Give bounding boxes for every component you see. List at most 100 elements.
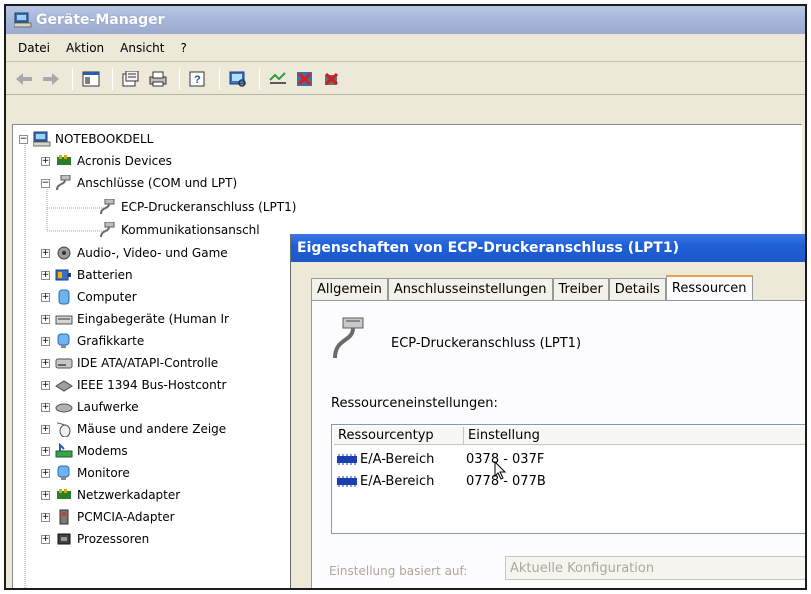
tree-item-pcmcia[interactable]: + PCMCIA-Adapter (41, 507, 175, 527)
expand-toggle[interactable]: + (41, 270, 50, 280)
tree-root-label: NOTEBOOKDELL (55, 132, 154, 146)
expand-toggle[interactable]: + (41, 358, 50, 368)
column-header-resource-type[interactable]: Ressourcentyp (334, 427, 464, 445)
tree-item-input-devices[interactable]: + Eingabegeräte (Human Ir (41, 309, 229, 329)
dialog-title-bar[interactable]: Eigenschaften von ECP-Druckeranschluss (… (291, 234, 805, 262)
tree-item-graphics[interactable]: + Grafikkarte (41, 331, 144, 351)
tab-general[interactable]: Allgemein (311, 278, 388, 300)
tree-item-ports[interactable]: − Anschlüsse (COM und LPT) (41, 173, 237, 193)
tree-item-label: PCMCIA-Adapter (77, 510, 175, 524)
properties-button[interactable] (119, 67, 143, 91)
column-header-setting[interactable]: Einstellung (464, 427, 805, 445)
tree-item-label: Mäuse und andere Zeige (77, 422, 227, 436)
tree-item-network[interactable]: + Netzwerkadapter (41, 485, 180, 505)
resource-row[interactable]: E/A-Bereich 0378 - 037F (336, 449, 544, 469)
svg-text:?: ? (194, 74, 201, 86)
tree-item-computer[interactable]: + Computer (41, 287, 137, 307)
tree-item-label: Prozessoren (77, 532, 150, 546)
tree-item-ecp-port[interactable]: ECP-Druckeranschluss (LPT1) (99, 197, 296, 217)
tree-item-ide[interactable]: + IDE ATA/ATAPI-Controlle (41, 353, 218, 373)
expand-toggle[interactable]: + (41, 336, 50, 346)
tree-item-batteries[interactable]: + Batterien (41, 265, 133, 285)
tab-resources[interactable]: Ressourcen (665, 275, 753, 300)
uninstall-device-icon (324, 72, 339, 85)
tree-root[interactable]: − NOTEBOOKDELL (19, 129, 153, 149)
tree-item-drives[interactable]: + Laufwerke (41, 397, 139, 417)
keyboard-icon (55, 315, 73, 325)
expand-toggle[interactable]: + (41, 424, 50, 434)
tree-item-label: Audio-, Video- und Game (77, 246, 228, 260)
collapse-toggle[interactable]: − (19, 134, 28, 144)
tab-driver[interactable]: Treiber (552, 278, 609, 300)
expand-toggle[interactable]: + (41, 512, 50, 522)
resource-type: E/A-Bereich (360, 451, 435, 467)
disk-drive-icon (55, 403, 73, 413)
expand-toggle[interactable]: + (41, 446, 50, 456)
print-button[interactable] (146, 67, 170, 91)
mouse-pointer-icon (494, 461, 507, 480)
help-button[interactable]: ? (186, 67, 210, 91)
toolbar-separator (72, 67, 73, 90)
tree-item-label: Monitore (77, 466, 130, 480)
device-name: ECP-Druckeranschluss (LPT1) (391, 336, 582, 351)
resource-row[interactable]: E/A-Bereich 0778 - 077B (336, 471, 546, 491)
disable-device-icon (297, 71, 312, 86)
port-connector-icon (100, 222, 115, 238)
expand-toggle[interactable]: + (41, 292, 50, 302)
update-driver-button[interactable] (266, 67, 290, 91)
back-button[interactable] (12, 67, 36, 91)
expand-toggle[interactable]: + (41, 534, 50, 544)
arrow-left-icon (16, 72, 32, 85)
tree-item-label: Netzwerkadapter (77, 488, 181, 502)
help-icon: ? (189, 71, 205, 86)
tree-item-audio[interactable]: + Audio-, Video- und Game (41, 243, 228, 263)
based-on-label: Einstellung basiert auf: (329, 564, 468, 578)
speaker-icon (57, 246, 71, 260)
device-manager-icon (14, 12, 32, 28)
port-connector-icon (333, 317, 364, 359)
port-connector-icon (100, 199, 115, 215)
menu-view[interactable]: Ansicht (112, 39, 172, 57)
tree-item-ieee1394[interactable]: + IEEE 1394 Bus-Hostcontr (41, 375, 226, 395)
tree-item-label: Modems (77, 444, 128, 458)
drive-icon (55, 358, 73, 369)
tab-port-settings[interactable]: Anschlusseinstellungen (387, 278, 553, 300)
disable-device-button[interactable] (293, 67, 317, 91)
arrow-right-icon (43, 72, 59, 85)
menu-action[interactable]: Aktion (58, 39, 112, 57)
monitor-icon (57, 333, 70, 348)
tab-strip: Allgemein Anschlusseinstellungen Treiber… (311, 275, 753, 300)
resource-type: E/A-Bereich (360, 473, 435, 489)
expand-toggle[interactable]: + (41, 490, 50, 500)
configuration-select[interactable]: Aktuelle Konfiguration (505, 556, 805, 580)
title-bar[interactable]: Geräte-Manager (6, 6, 805, 34)
expand-toggle[interactable]: + (41, 314, 50, 324)
tree-item-label: Acronis Devices (77, 154, 172, 168)
tree-item-modems[interactable]: + Modems (41, 441, 128, 461)
forward-button[interactable] (39, 67, 63, 91)
resource-list[interactable]: Ressourcentyp Einstellung E/A-Bereich 03… (331, 424, 805, 534)
expand-toggle[interactable]: + (41, 248, 50, 258)
expand-toggle[interactable]: + (41, 156, 50, 166)
tree-item-label: IEEE 1394 Bus-Hostcontr (77, 378, 227, 392)
expand-toggle[interactable]: + (41, 468, 50, 478)
tree-item-com-port[interactable]: Kommunikationsanschl (99, 220, 260, 240)
collapse-toggle[interactable]: − (41, 178, 50, 188)
show-hide-console-button[interactable] (79, 67, 103, 91)
tree-item-monitors[interactable]: + Monitore (41, 463, 130, 483)
menu-help[interactable]: ? (172, 39, 194, 57)
toolbar-separator (259, 67, 260, 90)
tree-item-mice[interactable]: + Mäuse und andere Zeige (41, 419, 226, 439)
tree-item-acronis[interactable]: + Acronis Devices (41, 151, 172, 171)
toolbar-separator (179, 67, 180, 90)
scan-hardware-button[interactable] (226, 67, 250, 91)
tab-details[interactable]: Details (608, 278, 666, 300)
expand-toggle[interactable]: + (41, 380, 50, 390)
uninstall-device-button[interactable] (320, 67, 344, 91)
tree-item-label: Anschlüsse (COM und LPT) (77, 176, 238, 190)
mouse-icon (56, 422, 71, 437)
toolbar: ? (6, 63, 805, 95)
expand-toggle[interactable]: + (41, 402, 50, 412)
menu-file[interactable]: Datei (10, 39, 58, 57)
tree-item-processors[interactable]: + Prozessoren (41, 529, 149, 549)
